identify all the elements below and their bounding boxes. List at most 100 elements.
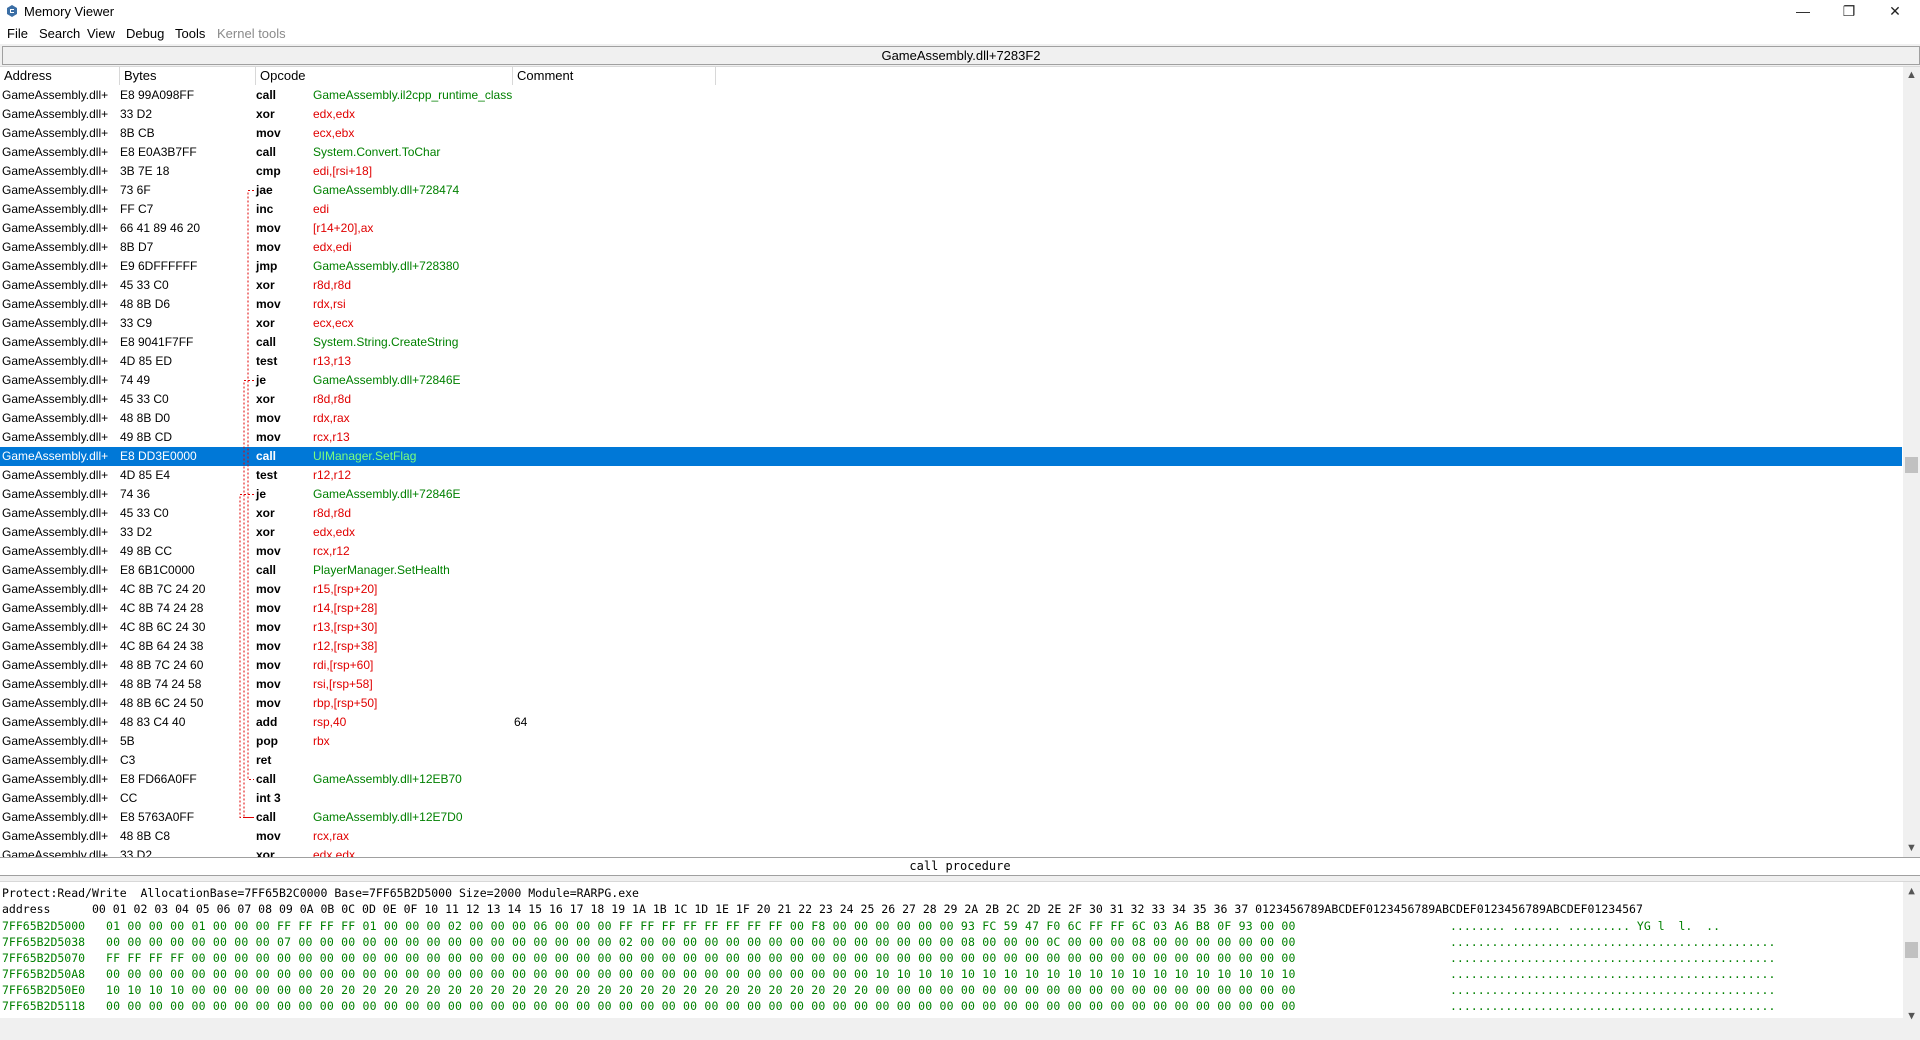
disassembler-header: Address Bytes Opcode Comment [0, 67, 1900, 85]
hex-row-address: 7FF65B2D5070 [2, 951, 86, 965]
disassembly-row[interactable]: GameAssembly.dll+ 66 41 89 46 20 mov [r14+2… [0, 219, 1902, 238]
disassembly-row[interactable]: GameAssembly.dll+ 48 8B D0 mov rdx,rax [0, 409, 1902, 428]
current-address-bar[interactable]: GameAssembly.dll+7283F2 [2, 46, 1920, 65]
disassembly-row[interactable]: GameAssembly.dll+ E8 E0A3B7FF call System.C… [0, 143, 1902, 162]
disassembly-row[interactable]: GameAssembly.dll+ 73 6F jae GameAssembly.dl… [0, 181, 1902, 200]
hex-view[interactable]: Protect:Read/Write AllocationBase=7FF65B… [0, 881, 1920, 1024]
hex-row-ascii: ........................................… [1450, 999, 1776, 1013]
disassembly-row[interactable]: GameAssembly.dll+ 48 8B 7C 24 60 mov rdi,[r… [0, 656, 1902, 675]
hex-scroll-thumb[interactable] [1905, 942, 1918, 958]
disassembly-row[interactable]: GameAssembly.dll+ 48 8B C8 mov rcx,rax [0, 827, 1902, 846]
row-opcode: xor [256, 848, 275, 857]
jump-arrows [239, 190, 254, 818]
disassembly-row[interactable]: GameAssembly.dll+ 33 D2 xor edx,edx [0, 105, 1902, 124]
disassembly-row[interactable]: GameAssembly.dll+ 74 36 je GameAssembly.dll… [0, 485, 1902, 504]
disassembly-row[interactable]: GameAssembly.dll+ E8 FD66A0FF call GameAsse… [0, 770, 1902, 789]
disassembler-scrollbar[interactable]: ▲ ▼ [1903, 67, 1920, 857]
menu-kernel-tools[interactable]: Kernel tools [217, 26, 286, 41]
disassembly-row[interactable]: GameAssembly.dll+ 4D 85 ED test r13,r13 [0, 352, 1902, 371]
jump-line [239, 494, 254, 818]
disassembly-row[interactable]: GameAssembly.dll+ 45 33 C0 xor r8d,r8d [0, 276, 1902, 295]
disassembly-row[interactable]: GameAssembly.dll+ 45 33 C0 xor r8d,r8d [0, 504, 1902, 523]
hex-scroll-down-icon[interactable]: ▼ [1903, 1007, 1920, 1024]
menu-tools[interactable]: Tools [175, 26, 205, 41]
hex-row-ascii: ........................................… [1450, 935, 1776, 949]
row-comment: 64 [514, 715, 528, 729]
jump-line [247, 190, 254, 780]
row-opcode: mov [256, 126, 281, 140]
minimize-button[interactable]: — [1780, 0, 1826, 24]
hex-scroll-up-icon[interactable]: ▲ [1903, 882, 1920, 899]
disassembly-row[interactable]: GameAssembly.dll+ 49 8B CC mov rcx,r12 [0, 542, 1902, 561]
column-comment[interactable]: Comment [513, 67, 716, 85]
menu-search[interactable]: Search [39, 26, 80, 41]
disassembly-row[interactable]: GameAssembly.dll+ 4C 8B 6C 24 30 mov r13,[r… [0, 618, 1902, 637]
disassembly-row[interactable]: GameAssembly.dll+ 48 8B D6 mov rdx,rsi [0, 295, 1902, 314]
hex-row[interactable]: 7FF65B2D50E0 10 10 10 10 00 00 00 00 00 0… [2, 983, 1902, 999]
column-address[interactable]: Address [0, 67, 120, 85]
disassembly-row[interactable]: GameAssembly.dll+ FF C7 inc edi [0, 200, 1902, 219]
disassembly-row[interactable]: GameAssembly.dll+ 5B pop rbx [0, 732, 1902, 751]
row-opcode: test [256, 354, 278, 368]
column-bytes[interactable]: Bytes [120, 67, 256, 85]
disassembler-view[interactable]: Address Bytes Opcode Comment GameAssembl… [0, 66, 1920, 857]
disassembly-rows: GameAssembly.dll+ E8 99A098FF call GameAsse… [0, 86, 1902, 857]
disassembly-row[interactable]: GameAssembly.dll+ 74 49 je GameAssembly.dll… [0, 371, 1902, 390]
disassembly-row[interactable]: GameAssembly.dll+ E8 9041F7FF call System.S… [0, 333, 1902, 352]
disassembly-row[interactable]: GameAssembly.dll+ 8B CB mov ecx,ebx [0, 124, 1902, 143]
row-operands: r15,[rsp+20] [313, 582, 378, 596]
maximize-button[interactable]: ❐ [1826, 0, 1872, 24]
disassembly-row[interactable]: GameAssembly.dll+ 33 D2 xor edx,edx [0, 846, 1902, 857]
hex-row[interactable]: 7FF65B2D5000 01 00 00 00 01 00 00 00 FF F… [2, 919, 1902, 935]
disassembly-row[interactable]: GameAssembly.dll+ E8 6B1C0000 call PlayerMa… [0, 561, 1902, 580]
disassembly-row[interactable]: GameAssembly.dll+ 48 83 C4 40 add rsp,40 64 [0, 713, 1902, 732]
hex-row[interactable]: 7FF65B2D5118 00 00 00 00 00 00 00 00 00 0… [2, 999, 1902, 1015]
disassembly-row[interactable]: GameAssembly.dll+ E8 5763A0FF call GameAsse… [0, 808, 1902, 827]
disassembly-row[interactable]: GameAssembly.dll+ 4C 8B 74 24 28 mov r14,[r… [0, 599, 1902, 618]
scroll-down-icon[interactable]: ▼ [1903, 840, 1920, 857]
row-operands: PlayerManager.SetHealth [313, 563, 450, 577]
hex-row[interactable]: 7FF65B2D5070 FF FF FF FF 00 00 00 00 00 0… [2, 951, 1902, 967]
instruction-status: call procedure [0, 857, 1920, 876]
row-operands: GameAssembly.dll+728380 [313, 259, 460, 273]
menu-debug[interactable]: Debug [126, 26, 164, 41]
disassembly-row[interactable]: GameAssembly.dll+ CC int 3 [0, 789, 1902, 808]
disassembly-row[interactable]: GameAssembly.dll+ 49 8B CD mov rcx,r13 [0, 428, 1902, 447]
disassembly-row[interactable]: GameAssembly.dll+ 33 D2 xor edx,edx [0, 523, 1902, 542]
disassembly-row[interactable]: GameAssembly.dll+ 33 C9 xor ecx,ecx [0, 314, 1902, 333]
disassembly-row[interactable]: GameAssembly.dll+ 4C 8B 7C 24 20 mov r15,[r… [0, 580, 1902, 599]
close-button[interactable]: ✕ [1872, 0, 1918, 24]
row-operands: rbp,[rsp+50] [313, 696, 378, 710]
row-opcode: mov [256, 601, 281, 615]
hex-scrollbar[interactable]: ▲ ▼ [1903, 882, 1920, 1024]
row-opcode: mov [256, 696, 281, 710]
cheat-engine-icon [7, 5, 17, 17]
disassembly-row[interactable]: GameAssembly.dll+ 4D 85 E4 test r12,r12 [0, 466, 1902, 485]
scroll-up-icon[interactable]: ▲ [1903, 67, 1920, 84]
menu-view[interactable]: View [87, 26, 115, 41]
disassembly-row[interactable]: GameAssembly.dll+ E9 6DFFFFFF jmp GameAssem… [0, 257, 1902, 276]
hex-row[interactable]: 7FF65B2D5038 00 00 00 00 00 00 00 00 07 0… [2, 935, 1902, 951]
scroll-thumb[interactable] [1905, 457, 1918, 473]
row-opcode: mov [256, 411, 281, 425]
row-operands: r13,r13 [313, 354, 352, 368]
disassembly-row[interactable]: GameAssembly.dll+ 48 8B 74 24 58 mov rsi,[r… [0, 675, 1902, 694]
row-opcode: xor [256, 316, 275, 330]
row-opcode: add [256, 715, 278, 729]
disassembly-row[interactable]: GameAssembly.dll+ 4C 8B 64 24 38 mov r12,[r… [0, 637, 1902, 656]
disassembly-row[interactable]: GameAssembly.dll+ E8 99A098FF call GameAsse… [0, 86, 1902, 105]
disassembly-row[interactable]: GameAssembly.dll+ C3 ret [0, 751, 1902, 770]
disassembly-row[interactable]: GameAssembly.dll+ 8B D7 mov edx,edi [0, 238, 1902, 257]
disassembly-row[interactable]: GameAssembly.dll+ 45 33 C0 xor r8d,r8d [0, 390, 1902, 409]
row-operands: rcx,rax [313, 829, 349, 843]
disassembly-row[interactable]: GameAssembly.dll+ 3B 7E 18 cmp edi,[rsi+18] [0, 162, 1902, 181]
row-opcode: mov [256, 658, 281, 672]
disassembly-row[interactable]: GameAssembly.dll+ E8 DD3E0000 call UIManage… [0, 447, 1902, 466]
row-opcode: pop [256, 734, 278, 748]
title-bar: Memory Viewer — ❐ ✕ [0, 0, 1920, 24]
disassembly-row[interactable]: GameAssembly.dll+ 48 8B 6C 24 50 mov rbp,[r… [0, 694, 1902, 713]
menu-file[interactable]: File [7, 26, 28, 41]
row-operands: r14,[rsp+28] [313, 601, 378, 615]
column-opcode[interactable]: Opcode [256, 67, 513, 85]
hex-row[interactable]: 7FF65B2D50A8 00 00 00 00 00 00 00 00 00 0… [2, 967, 1902, 983]
